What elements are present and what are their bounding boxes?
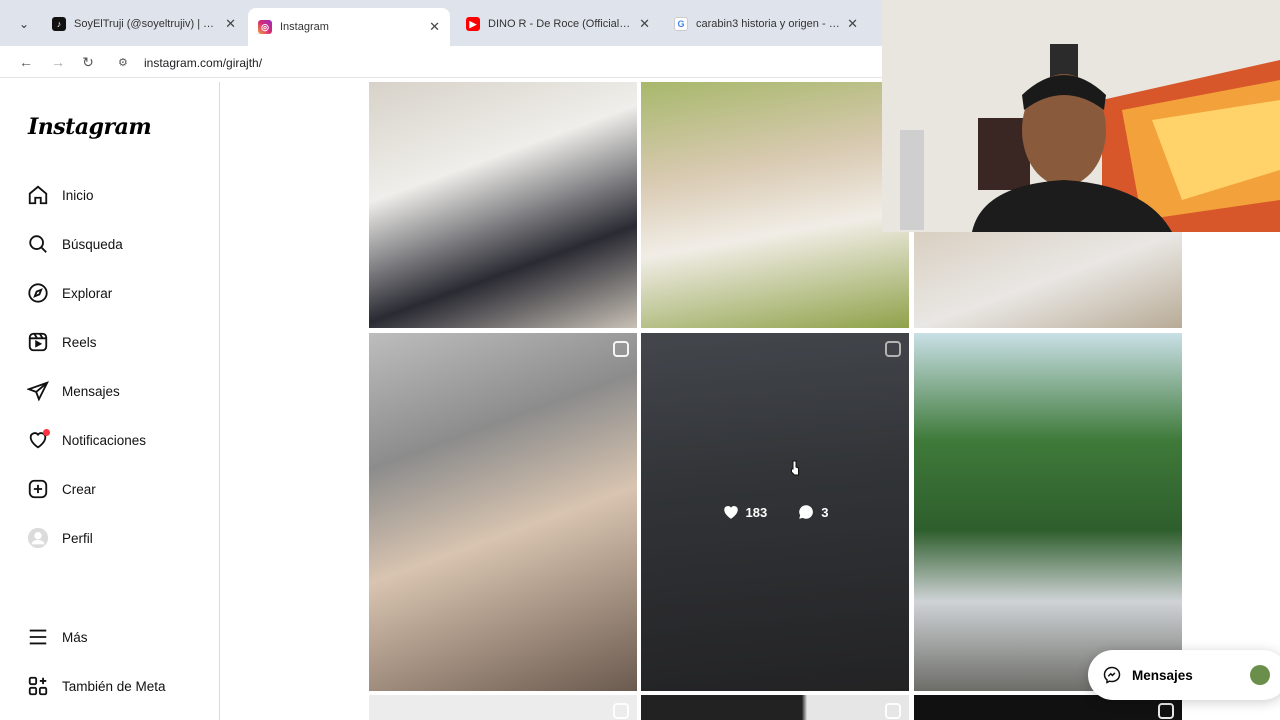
comments-count: 3 bbox=[821, 504, 829, 520]
post-thumbnail[interactable] bbox=[914, 232, 1182, 328]
reload-icon[interactable]: ↻ bbox=[78, 52, 98, 72]
close-icon[interactable]: ✕ bbox=[639, 16, 650, 32]
post-hover-overlay: 183 3 bbox=[641, 333, 909, 691]
post-thumbnail[interactable] bbox=[641, 82, 909, 328]
comments-stat: 3 bbox=[797, 503, 828, 521]
meta-apps-icon bbox=[26, 674, 50, 698]
search-icon bbox=[26, 232, 50, 256]
post-thumbnail[interactable] bbox=[369, 82, 637, 328]
nav-crear[interactable]: Crear bbox=[26, 473, 96, 505]
instagram-logo[interactable]: Instagram bbox=[28, 114, 152, 140]
tab-instagram[interactable]: ◎ Instagram ✕ bbox=[248, 8, 450, 46]
tab-tiktok[interactable]: ♪ SoyElTruji (@soyeltrujiv) | TikTok ✕ bbox=[42, 8, 246, 40]
messenger-icon bbox=[1103, 666, 1121, 684]
likes-stat: 183 bbox=[722, 503, 768, 521]
nav-label: Inicio bbox=[62, 187, 94, 203]
send-icon bbox=[26, 379, 50, 403]
reel-indicator-icon bbox=[1158, 703, 1174, 719]
post-thumbnail[interactable] bbox=[369, 333, 637, 691]
home-icon bbox=[26, 183, 50, 207]
nav-mensajes[interactable]: Mensajes bbox=[26, 375, 120, 407]
nav-tambien-de-meta[interactable]: También de Meta bbox=[26, 670, 166, 702]
nav-busqueda[interactable]: Búsqueda bbox=[26, 228, 123, 260]
nav-label: Crear bbox=[62, 481, 96, 497]
close-icon[interactable]: ✕ bbox=[429, 19, 440, 35]
heart-filled-icon bbox=[723, 506, 738, 519]
post-thumbnail-hovered[interactable]: 183 3 bbox=[641, 333, 909, 691]
menu-icon bbox=[26, 625, 50, 649]
webcam-overlay bbox=[882, 0, 1280, 232]
likes-count: 183 bbox=[745, 504, 768, 520]
nav-notificaciones[interactable]: Notificaciones bbox=[26, 424, 146, 456]
avatar bbox=[1250, 665, 1270, 685]
close-icon[interactable]: ✕ bbox=[225, 16, 236, 32]
nav-label: También de Meta bbox=[62, 678, 166, 694]
reels-icon bbox=[26, 330, 50, 354]
nav-label: Más bbox=[62, 629, 88, 645]
screen: ⌄ ♪ SoyElTruji (@soyeltrujiv) | TikTok ✕… bbox=[0, 0, 1280, 720]
site-info-icon[interactable]: ⚙ bbox=[118, 56, 132, 70]
avatar-icon bbox=[26, 526, 50, 550]
messages-floating-button[interactable]: Mensajes bbox=[1088, 650, 1280, 700]
messages-label: Mensajes bbox=[1132, 667, 1193, 683]
nav-label: Búsqueda bbox=[62, 236, 123, 252]
hand-cursor-icon bbox=[791, 460, 799, 476]
nav-label: Reels bbox=[62, 334, 97, 350]
compass-icon bbox=[26, 281, 50, 305]
instagram-sidebar: Instagram Inicio Búsqueda Explorar Reels bbox=[6, 82, 220, 720]
nav-explorar[interactable]: Explorar bbox=[26, 277, 112, 309]
reel-indicator-icon bbox=[613, 341, 629, 357]
nav-label: Notificaciones bbox=[62, 432, 147, 448]
google-icon: G bbox=[674, 17, 688, 31]
nav-inicio[interactable]: Inicio bbox=[26, 179, 94, 211]
youtube-icon: ▶ bbox=[466, 17, 480, 31]
webcam-feed bbox=[882, 0, 1280, 232]
post-thumbnail[interactable] bbox=[641, 695, 909, 720]
post-thumbnail[interactable] bbox=[369, 695, 637, 720]
close-icon[interactable]: ✕ bbox=[847, 16, 858, 32]
tiktok-icon: ♪ bbox=[52, 17, 66, 31]
nav-mas[interactable]: Más bbox=[26, 621, 88, 653]
post-thumbnail[interactable] bbox=[914, 333, 1182, 691]
url-text: instagram.com/girajth/ bbox=[144, 56, 263, 70]
nav-label: Mensajes bbox=[62, 383, 120, 399]
comment-filled-icon bbox=[799, 505, 814, 519]
nav-reels[interactable]: Reels bbox=[26, 326, 97, 358]
heart-icon bbox=[26, 428, 50, 452]
tab-title: SoyElTruji (@soyeltrujiv) | TikTok bbox=[74, 18, 220, 30]
tab-title: carabin3 historia y origen - Buscar bbox=[696, 18, 841, 30]
nav-label: Perfil bbox=[62, 530, 93, 546]
tab-title: Instagram bbox=[280, 21, 329, 33]
tab-google[interactable]: G carabin3 historia y origen - Buscar ✕ bbox=[664, 8, 868, 40]
reel-indicator-icon bbox=[613, 703, 629, 719]
tab-title: DINO R - De Roce (Official Video) bbox=[488, 18, 633, 30]
forward-arrow-icon[interactable]: → bbox=[48, 52, 68, 72]
notification-dot bbox=[43, 429, 50, 436]
carousel-indicator-icon bbox=[885, 703, 901, 719]
instagram-icon: ◎ bbox=[258, 20, 272, 34]
nav-label: Explorar bbox=[62, 285, 113, 301]
address-bar[interactable]: ⚙ instagram.com/girajth/ bbox=[118, 52, 838, 74]
nav-perfil[interactable]: Perfil bbox=[26, 522, 93, 554]
back-arrow-icon[interactable]: ← bbox=[16, 52, 36, 72]
plus-square-icon bbox=[26, 477, 50, 501]
tab-youtube[interactable]: ▶ DINO R - De Roce (Official Video) ✕ bbox=[456, 8, 660, 40]
tab-search-chevron-icon[interactable]: ⌄ bbox=[12, 12, 36, 36]
